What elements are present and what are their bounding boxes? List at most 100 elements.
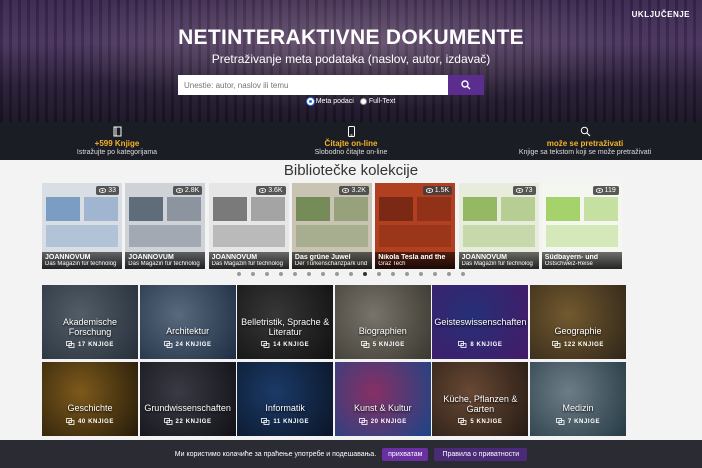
- books-icon: [163, 418, 172, 425]
- privacy-policy-button[interactable]: Правила о приватности: [434, 447, 528, 461]
- carousel-dot[interactable]: [307, 272, 311, 276]
- collection-card[interactable]: 33 JOANNOVUM Das Magazin für technolog: [42, 183, 122, 269]
- collection-caption: Das grüne Juwel Der Türkenschanzpark und: [291, 252, 372, 269]
- collection-card[interactable]: 2.8K JOANNOVUM Das Magazin für technolog: [125, 183, 206, 269]
- tablet-icon: [347, 126, 355, 137]
- carousel-dot[interactable]: [349, 272, 353, 276]
- carousel-dot[interactable]: [377, 272, 381, 276]
- collection-subtitle: Der Türkenschanzpark und: [294, 261, 368, 267]
- carousel-dot[interactable]: [405, 272, 409, 276]
- books-icon: [66, 418, 75, 425]
- carousel-dot[interactable]: [433, 272, 437, 276]
- category-tile[interactable]: Küche, Pflanzen & Garten 5 KNJIGE: [432, 362, 529, 436]
- collection-subtitle: Das Magazin für technolog: [461, 261, 533, 267]
- category-tile[interactable]: Architektur 24 KNJIGE: [139, 285, 236, 359]
- collection-title: Nikola Tesla and the: [378, 254, 446, 261]
- views-badge: 3.2K: [339, 186, 369, 195]
- radio-meta-label: Meta podaci: [315, 98, 354, 105]
- category-name: Architektur: [166, 326, 210, 336]
- radio-meta-dot[interactable]: [306, 98, 314, 105]
- feature-search-subtitle: Knjige sa tekstom koji se može pretraživ…: [518, 149, 652, 156]
- category-name: Akademische Forschung: [62, 317, 118, 337]
- carousel-dots: [0, 272, 702, 276]
- category-count-label: 24 KNJIGE: [175, 341, 212, 348]
- cookie-banner: Ми користимо колачиће за праћење употреб…: [0, 440, 702, 468]
- category-tile[interactable]: Geschichte 40 KNJIGE: [42, 362, 138, 436]
- carousel-dot[interactable]: [335, 272, 339, 276]
- search-input[interactable]: [178, 75, 448, 95]
- book-icon: [113, 126, 121, 137]
- page: UKLJUČENJE NETINTERAKTIVNE DOKUMENTE Pre…: [0, 0, 702, 468]
- views-count: 2.8K: [184, 187, 200, 194]
- collection-card[interactable]: 3.6K JOANNOVUM Das Magazin für technolog: [208, 183, 289, 269]
- category-name: Geographie: [554, 326, 602, 336]
- collection-caption: JOANNOVUM Das Magazin für technolog: [208, 252, 289, 269]
- collection-title: JOANNOVUM: [128, 254, 174, 261]
- category-name: Geisteswissenschaften: [434, 317, 527, 327]
- books-icon: [556, 418, 565, 425]
- carousel-dot[interactable]: [251, 272, 255, 276]
- carousel-dot[interactable]: [237, 272, 241, 276]
- feature-search-title: može se pretraživati: [546, 139, 624, 148]
- category-tile[interactable]: Geographie 122 KNJIGE: [530, 285, 626, 359]
- books-icon: [261, 341, 270, 348]
- views-badge: 1.5K: [422, 186, 453, 195]
- category-count: 5 KNJIGE: [432, 418, 528, 425]
- category-tile[interactable]: Informatik 11 KNJIGE: [237, 362, 334, 436]
- radio-fulltext[interactable]: Full-Text: [359, 98, 396, 105]
- radio-fulltext-label: Full-Text: [368, 98, 396, 105]
- feature-online-title: Čitajte on-line: [324, 139, 378, 148]
- category-name: Belletristik, Sprache & Literatur: [241, 317, 330, 337]
- collection-card[interactable]: 3.2K Das grüne Juwel Der Türkenschanzpark …: [291, 183, 372, 269]
- category-tile[interactable]: Belletristik, Sprache & Literatur 14 KNJI…: [237, 285, 334, 359]
- radio-meta[interactable]: Meta podaci: [306, 98, 354, 105]
- feature-online: Čitajte on-line Slobodno čitajte on-line: [234, 122, 468, 160]
- carousel-dot[interactable]: [279, 272, 283, 276]
- category-name: Küche, Pflanzen & Garten: [443, 394, 518, 414]
- carousel-dot[interactable]: [419, 272, 423, 276]
- category-tile[interactable]: Biographien 5 KNJIGE: [334, 285, 431, 359]
- carousel-dot[interactable]: [293, 272, 297, 276]
- login-link[interactable]: UKLJUČENJE: [632, 10, 690, 19]
- category-name: Medizin: [562, 403, 594, 413]
- collections-title: Bibliotečke kolekcije: [283, 162, 419, 179]
- category-tile[interactable]: Grundwissenschaften 22 KNJIGE: [139, 362, 236, 436]
- collection-caption: JOANNOVUM Das Magazin für technolog: [458, 252, 539, 269]
- accept-cookies-button[interactable]: прихватам: [382, 447, 429, 461]
- category-tile[interactable]: Akademische Forschung 17 KNJIGE: [42, 285, 138, 359]
- category-tile[interactable]: Geisteswissenschaften 8 KNJIGE: [432, 285, 529, 359]
- feature-books: +599 Knjige Istražujte po kategorijama: [0, 122, 234, 160]
- category-tile[interactable]: Medizin 7 KNJIGE: [530, 362, 626, 436]
- carousel-dot[interactable]: [363, 272, 367, 276]
- eye-icon: [342, 188, 350, 193]
- carousel-dot[interactable]: [265, 272, 269, 276]
- page-subtitle: Pretraživanje meta podataka (naslov, aut…: [211, 52, 491, 66]
- eye-icon: [175, 188, 183, 193]
- search-icon: [461, 80, 471, 90]
- eye-icon: [515, 188, 523, 193]
- views-count: 73: [524, 187, 533, 194]
- radio-fulltext-dot[interactable]: [359, 98, 367, 105]
- books-icon: [458, 341, 467, 348]
- collection-card[interactable]: 1.5K Nikola Tesla and the Graz Tech: [375, 183, 456, 269]
- search-button[interactable]: [448, 75, 484, 95]
- collection-subtitle: Ostschweiz-Reise: [544, 261, 593, 267]
- category-count: 14 KNJIGE: [237, 341, 333, 348]
- category-count: 40 KNJIGE: [42, 418, 138, 425]
- carousel-dot[interactable]: [391, 272, 395, 276]
- carousel-dot[interactable]: [447, 272, 451, 276]
- category-count-label: 20 KNJIGE: [370, 418, 407, 425]
- collection-card[interactable]: 73 JOANNOVUM Das Magazin für technolog: [458, 183, 539, 269]
- carousel-dot[interactable]: [461, 272, 465, 276]
- books-icon: [552, 341, 561, 348]
- category-count-label: 5 KNJIGE: [372, 341, 405, 348]
- carousel-dot[interactable]: [321, 272, 325, 276]
- views-badge: 33: [96, 186, 119, 195]
- collection-subtitle: Das Magazin für technolog: [211, 261, 283, 267]
- collection-caption: JOANNOVUM Das Magazin für technolog: [42, 252, 122, 269]
- hero-banner: UKLJUČENJE NETINTERAKTIVNE DOKUMENTE Pre…: [0, 0, 702, 122]
- views-count: 3.2K: [351, 187, 366, 194]
- collection-card[interactable]: 119 Südbayern- und Ostschweiz-Reise: [541, 183, 622, 269]
- search-mode: Meta podaci Full-Text: [0, 98, 702, 107]
- category-tile[interactable]: Kunst & Kultur 20 KNJIGE: [334, 362, 431, 436]
